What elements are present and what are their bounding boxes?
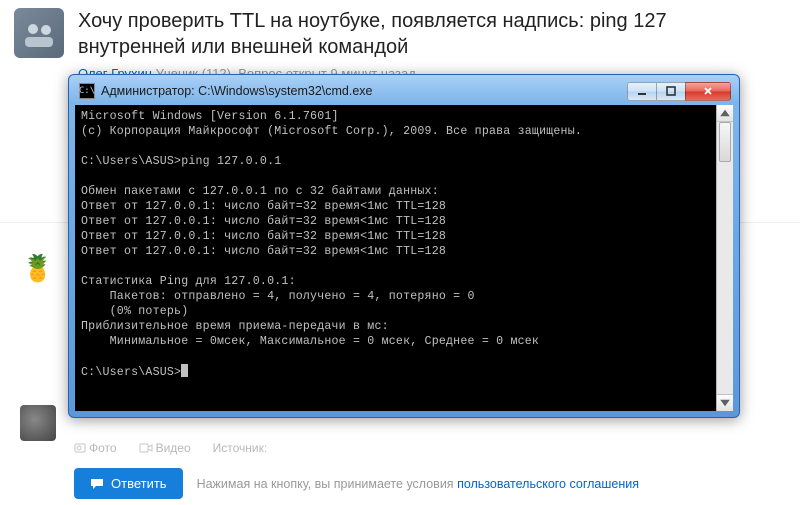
answerer-avatar-pineapple[interactable]: 🍍: [20, 250, 56, 286]
cursor-icon: [181, 364, 188, 377]
scroll-up-icon[interactable]: [717, 105, 733, 122]
bubble-icon: [90, 477, 104, 491]
cmd-title: Администратор: C:\Windows\system32\cmd.e…: [101, 84, 628, 98]
scroll-down-icon[interactable]: [717, 394, 733, 411]
close-button[interactable]: [685, 82, 731, 101]
terms-text: Нажимая на кнопку, вы принимаете условия…: [197, 477, 639, 491]
terminal-output[interactable]: Microsoft Windows [Version 6.1.7601] (c)…: [75, 105, 733, 411]
scroll-track[interactable]: [717, 122, 733, 394]
cmd-icon: C:\: [79, 83, 95, 99]
attachment-bar: Фото Видео Источник:: [74, 441, 267, 455]
cmd-window: C:\ Администратор: C:\Windows\system32\c…: [68, 74, 740, 418]
scrollbar[interactable]: [716, 105, 733, 411]
question-title: Хочу проверить TTL на ноутбуке, появляет…: [78, 8, 786, 60]
attach-photo[interactable]: Фото: [74, 441, 117, 455]
terms-link[interactable]: пользовательского соглашения: [457, 477, 639, 491]
answerer-avatar-pet[interactable]: [20, 405, 56, 441]
avatar[interactable]: [14, 8, 64, 58]
attach-source[interactable]: Источник:: [213, 441, 268, 455]
minimize-button[interactable]: [627, 82, 657, 101]
maximize-button[interactable]: [656, 82, 686, 101]
attach-video[interactable]: Видео: [139, 441, 191, 455]
cmd-titlebar[interactable]: C:\ Администратор: C:\Windows\system32\c…: [75, 81, 733, 105]
scroll-thumb[interactable]: [719, 122, 731, 162]
answer-button[interactable]: Ответить: [74, 468, 183, 499]
